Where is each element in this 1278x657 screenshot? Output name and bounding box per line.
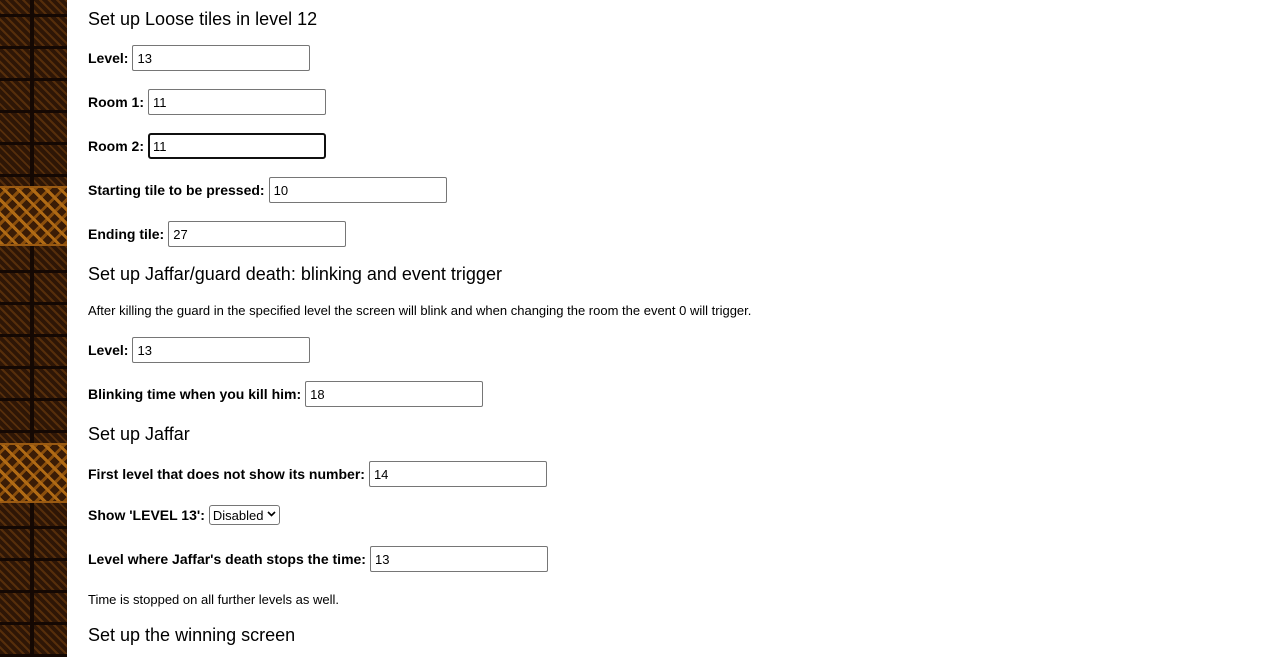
stop-time-row: Level where Jaffar's death stops the tim… [88,546,548,572]
loose-level-input[interactable] [132,45,311,71]
first-level-label: First level that does not show its numbe… [88,466,365,482]
guard-death-description: After killing the guard in the specified… [88,303,752,318]
stop-time-input[interactable] [369,546,548,572]
brick-wall-sidebar [0,0,67,657]
loose-end-tile-label: Ending tile: [88,226,165,242]
show-level13-row: Show 'LEVEL 13': Disabled [88,505,281,525]
guard-level-input[interactable] [132,337,311,363]
loose-level-row: Level: [88,45,311,71]
first-level-input[interactable] [368,461,547,487]
stop-time-label: Level where Jaffar's death stops the tim… [88,551,366,567]
show-level13-select[interactable]: Disabled [208,505,281,525]
loose-level-label: Level: [88,50,129,66]
chevron-down-icon [267,510,277,520]
section-heading-jaffar: Set up Jaffar [88,424,190,444]
show-level13-label: Show 'LEVEL 13': [88,507,205,523]
loose-start-tile-input[interactable] [268,177,447,203]
loose-start-tile-row: Starting tile to be pressed: [88,177,447,203]
loose-room1-label: Room 1: [88,94,144,110]
stop-time-note: Time is stopped on all further levels as… [88,592,339,607]
guard-level-label: Level: [88,342,129,358]
loose-room2-label: Room 2: [88,138,144,154]
loose-end-tile-row: Ending tile: [88,221,347,247]
blinking-time-input[interactable] [305,381,484,407]
loose-end-tile-input[interactable] [168,221,347,247]
blinking-time-label: Blinking time when you kill him: [88,386,302,402]
section-heading-guard-death: Set up Jaffar/guard death: blinking and … [88,264,502,284]
loose-start-tile-label: Starting tile to be pressed: [88,182,265,198]
loose-room2-row: Room 2: [88,133,326,159]
loose-room1-row: Room 1: [88,89,326,115]
first-level-row: First level that does not show its numbe… [88,461,547,487]
wall-ornament-top [0,186,67,246]
show-level13-value: Disabled [212,507,264,523]
guard-level-row: Level: [88,337,311,363]
blinking-time-row: Blinking time when you kill him: [88,381,484,407]
section-heading-winning-screen: Set up the winning screen [88,625,296,645]
loose-room1-input[interactable] [148,89,326,115]
wall-ornament-bottom [0,443,67,503]
loose-room2-input[interactable] [148,133,326,159]
section-heading-loose-tiles: Set up Loose tiles in level 12 [88,9,318,29]
